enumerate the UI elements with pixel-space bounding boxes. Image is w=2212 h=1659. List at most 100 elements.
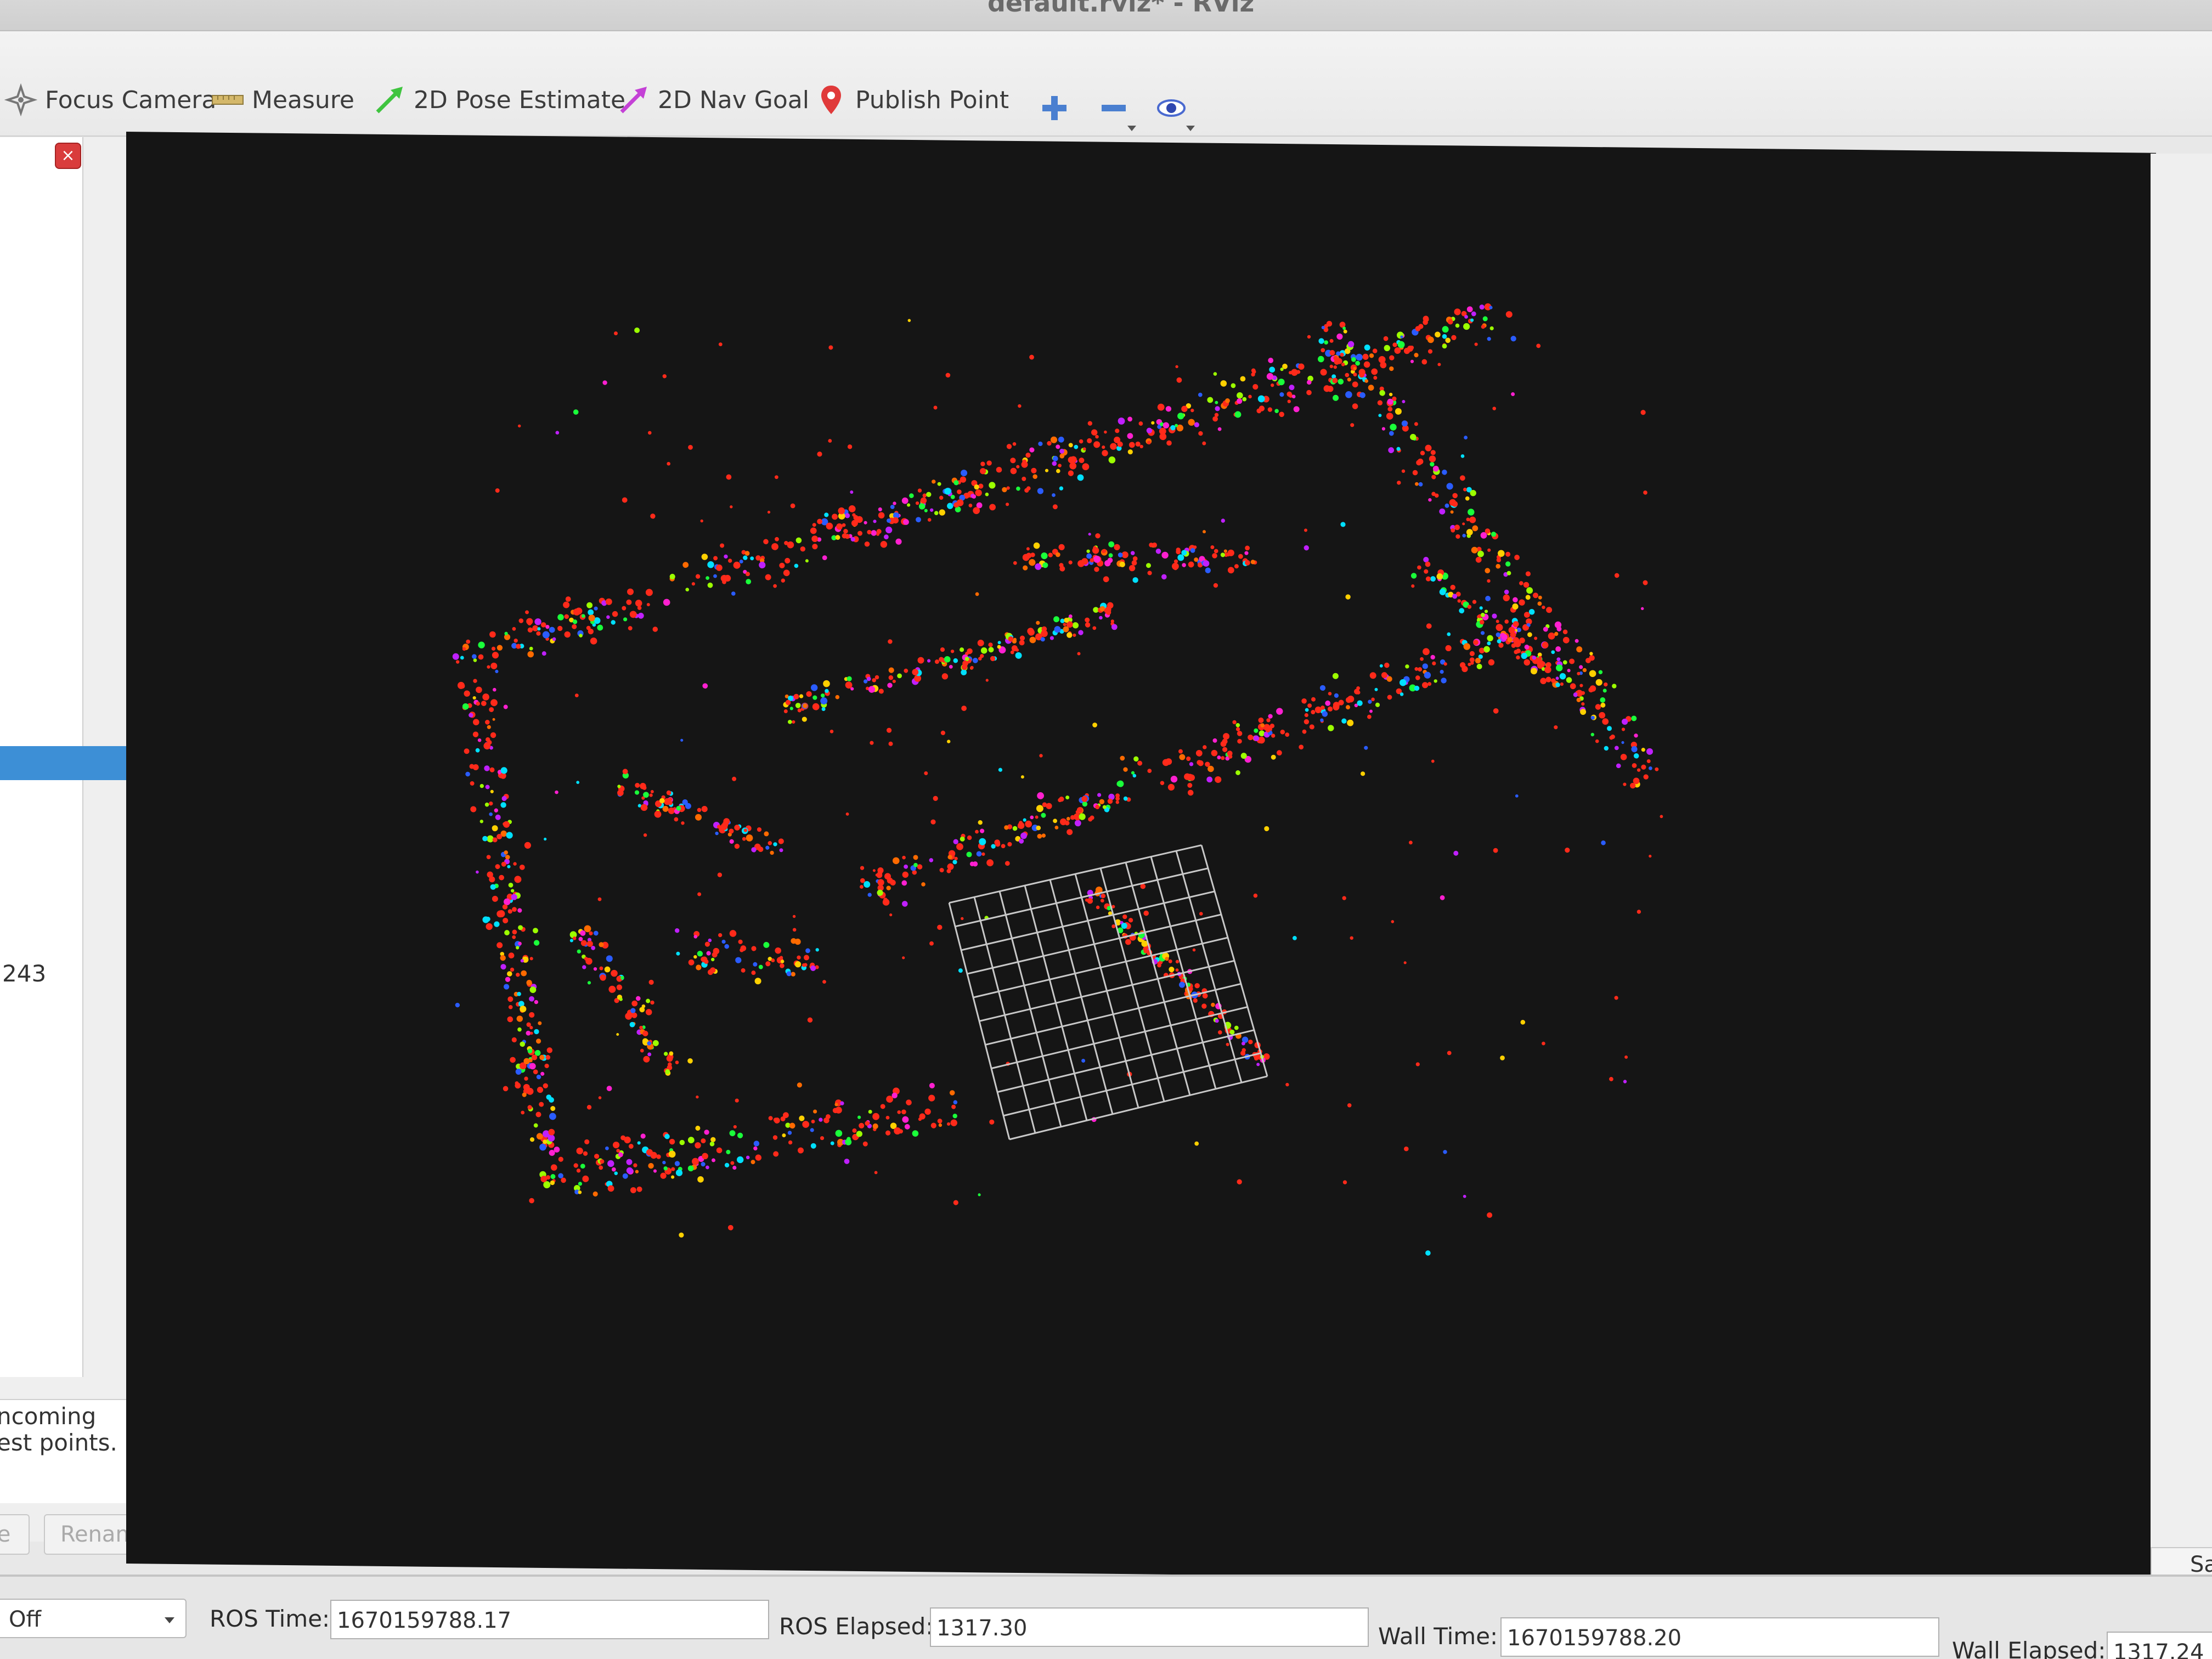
cloud-point: [785, 557, 791, 564]
cloud-point: [544, 837, 547, 841]
remove-display-button[interactable]: e: [0, 1514, 30, 1555]
cloud-point: [996, 466, 1002, 473]
cloud-point: [901, 880, 907, 886]
cloud-point: [1649, 854, 1652, 858]
cloud-point: [812, 523, 816, 527]
cloud-point: [549, 1113, 556, 1120]
cloud-point: [549, 1097, 554, 1103]
cloud-point: [472, 654, 477, 659]
wall-time-field[interactable]: 1670159788.20: [1500, 1617, 1939, 1657]
cloud-point: [623, 617, 628, 622]
cloud-point: [685, 588, 690, 592]
close-panel-icon[interactable]: ×: [55, 143, 81, 169]
cloud-point: [1371, 697, 1375, 702]
eye-icon[interactable]: [1155, 92, 1188, 125]
cloud-point: [889, 913, 893, 917]
sync-mode-select[interactable]: Off: [0, 1599, 187, 1638]
cloud-point: [1010, 458, 1016, 464]
focus-camera-tool[interactable]: Focus Camera: [4, 83, 216, 116]
cloud-point: [941, 673, 949, 680]
cloud-point: [605, 1146, 609, 1150]
cloud-point: [1368, 385, 1374, 391]
cloud-point: [536, 1133, 543, 1140]
cloud-point: [1460, 475, 1465, 481]
cloud-point: [1520, 1020, 1526, 1025]
cloud-point: [580, 940, 587, 946]
cloud-point: [822, 555, 827, 561]
cloud-point: [1367, 714, 1372, 719]
cloud-point: [1329, 338, 1334, 343]
cloud-point: [1025, 820, 1032, 828]
publish-point-label: Publish Point: [855, 86, 1009, 114]
cloud-point: [1268, 358, 1274, 363]
cloud-point: [711, 957, 715, 962]
cloud-point: [1430, 654, 1435, 660]
selected-display-row[interactable]: [0, 746, 126, 780]
cloud-point: [1322, 710, 1328, 717]
cloud-point: [574, 693, 579, 698]
cloud-point: [1565, 848, 1570, 853]
time-panel: Off ROS Time: 1670159788.17 ROS Elapsed:…: [0, 1575, 2212, 1659]
cloud-point: [499, 874, 504, 881]
measure-tool[interactable]: Measure: [211, 83, 354, 116]
cloud-point: [1422, 682, 1429, 689]
cloud-point: [588, 614, 595, 622]
cloud-point: [1321, 348, 1325, 353]
cloud-point: [1633, 753, 1639, 759]
cloud-point: [843, 529, 848, 534]
ros-time-field[interactable]: 1670159788.17: [330, 1600, 769, 1639]
cloud-point: [1120, 755, 1125, 761]
cloud-point: [695, 814, 702, 821]
cloud-point: [525, 610, 529, 614]
cloud-point: [667, 461, 671, 466]
cloud-point: [1211, 1002, 1215, 1007]
zoom-out-icon[interactable]: [1097, 92, 1130, 125]
cloud-point: [888, 639, 893, 644]
cloud-point: [1560, 682, 1564, 686]
2d-nav-goal-tool[interactable]: 2D Nav Goal: [617, 83, 809, 116]
cloud-point: [1343, 329, 1347, 334]
cloud-point: [578, 936, 583, 941]
cloud-point: [640, 1048, 644, 1053]
cloud-point: [1500, 1055, 1505, 1060]
cloud-point: [1202, 993, 1208, 999]
publish-point-tool[interactable]: Publish Point: [815, 83, 1009, 116]
cloud-point: [473, 719, 479, 726]
cloud-point: [901, 497, 909, 504]
cloud-point: [704, 941, 710, 947]
cloud-point: [1345, 594, 1351, 600]
ros-elapsed-field[interactable]: 1317.30: [930, 1607, 1369, 1647]
2d-pose-estimate-tool[interactable]: 2D Pose Estimate: [373, 83, 625, 116]
cloud-point: [1452, 493, 1458, 499]
wall-elapsed-field[interactable]: 1317.24: [2107, 1632, 2212, 1659]
3d-render-view[interactable]: [126, 132, 2156, 1585]
zoom-dropdown-icon[interactable]: [1127, 126, 1136, 131]
cloud-point: [572, 624, 577, 629]
cloud-point: [1167, 783, 1175, 791]
cloud-point: [821, 707, 826, 712]
cloud-point: [885, 1130, 891, 1136]
cloud-point: [1302, 729, 1307, 734]
cloud-point: [794, 938, 801, 945]
cloud-point: [512, 627, 516, 631]
cloud-point: [693, 955, 697, 959]
point-cloud-canvas[interactable]: [126, 132, 2156, 1585]
cloud-point: [626, 1159, 633, 1165]
cloud-point: [1041, 552, 1048, 560]
cloud-point: [1291, 394, 1296, 399]
view-dropdown-icon[interactable]: [1186, 126, 1195, 131]
cloud-point: [1601, 840, 1606, 845]
cloud-point: [1375, 702, 1380, 707]
cloud-point: [904, 1124, 910, 1130]
cloud-point: [771, 543, 778, 550]
cloud-point: [707, 561, 714, 568]
cloud-point: [901, 1109, 906, 1115]
cloud-point: [1237, 738, 1242, 744]
cloud-point: [909, 493, 914, 498]
zoom-in-icon[interactable]: [1038, 92, 1071, 125]
cloud-point: [773, 584, 777, 588]
cloud-point: [636, 1186, 642, 1192]
cloud-point: [484, 802, 489, 807]
nav-goal-label: 2D Nav Goal: [658, 86, 809, 114]
cloud-point: [1479, 304, 1485, 310]
